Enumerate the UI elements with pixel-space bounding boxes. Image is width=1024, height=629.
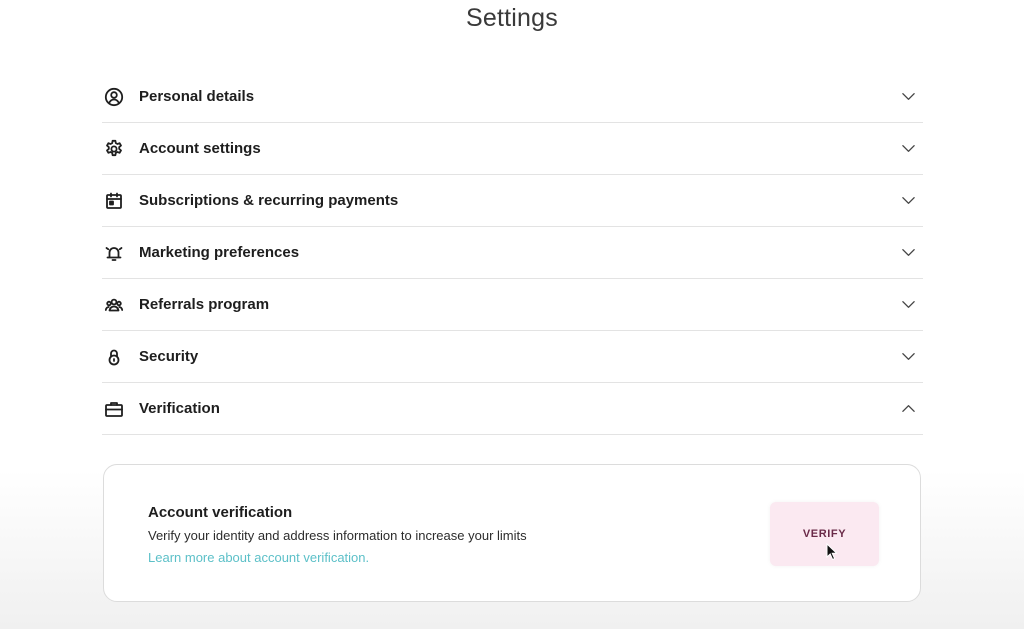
chevron-up-icon[interactable] [900, 401, 916, 417]
gear-icon [103, 138, 125, 160]
chevron-down-icon[interactable] [900, 245, 916, 261]
people-icon [103, 294, 125, 316]
chevron-down-icon[interactable] [900, 141, 916, 157]
section-label: Subscriptions & recurring payments [139, 192, 399, 209]
section-label: Referrals program [139, 296, 270, 313]
card-description: Verify your identity and address informa… [148, 528, 527, 543]
section-label: Verification [139, 400, 220, 417]
chevron-down-icon[interactable] [900, 349, 916, 365]
user-circle-icon [103, 86, 125, 108]
page-title: Settings [466, 4, 558, 32]
briefcase-icon [103, 398, 125, 420]
section-referrals-program[interactable]: Referrals program [102, 279, 923, 331]
chevron-down-icon[interactable] [900, 297, 916, 313]
section-label: Security [139, 348, 199, 365]
settings-list: Personal details Account settings Subscr… [102, 71, 923, 435]
account-verification-card: Account verification Verify your identit… [103, 464, 921, 602]
lock-icon [103, 346, 125, 368]
section-personal-details[interactable]: Personal details [102, 71, 923, 123]
section-label: Personal details [139, 88, 255, 105]
verify-button[interactable]: VERIFY [770, 502, 879, 566]
chevron-down-icon[interactable] [900, 89, 916, 105]
card-title: Account verification [148, 504, 293, 521]
section-label: Marketing preferences [139, 244, 300, 261]
section-marketing-preferences[interactable]: Marketing preferences [102, 227, 923, 279]
chevron-down-icon[interactable] [900, 193, 916, 209]
learn-more-link[interactable]: Learn more about account verification. [148, 550, 369, 565]
bell-icon [103, 242, 125, 264]
section-security[interactable]: Security [102, 331, 923, 383]
section-subscriptions[interactable]: Subscriptions & recurring payments [102, 175, 923, 227]
section-account-settings[interactable]: Account settings [102, 123, 923, 175]
section-label: Account settings [139, 140, 261, 157]
section-verification[interactable]: Verification [102, 383, 923, 435]
calendar-icon [103, 190, 125, 212]
mouse-cursor-icon [826, 543, 838, 561]
